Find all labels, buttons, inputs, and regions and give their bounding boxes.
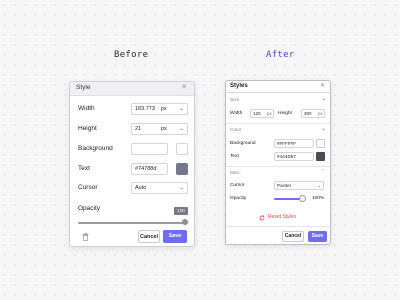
background-swatch[interactable] — [316, 139, 325, 148]
divider — [226, 123, 330, 124]
trash-icon[interactable] — [82, 233, 89, 241]
opacity-row: Opacity — [78, 203, 186, 215]
text-color-input[interactable]: #74788d — [131, 163, 168, 175]
width-row: Width 183.773 px ⌄ — [78, 103, 188, 115]
color-section-label: Color — [230, 128, 242, 133]
before-heading: Before — [114, 50, 149, 60]
width-label: Width — [78, 105, 95, 112]
panel-title: Styles — [230, 83, 248, 89]
divider — [226, 166, 330, 167]
height-label: Height — [78, 125, 97, 132]
width-label: Width — [230, 111, 243, 116]
height-unit-select[interactable]: px ⌄ — [158, 123, 188, 135]
panel-header: Styles ✕ — [226, 81, 330, 93]
height-unit: px — [318, 111, 323, 116]
cursor-value: Auto — [135, 185, 147, 191]
height-label: Height — [278, 111, 292, 116]
background-swatch[interactable] — [176, 143, 188, 155]
plus-icon[interactable]: + — [322, 97, 325, 103]
chevron-down-icon: ⌄ — [179, 185, 184, 191]
width-unit: px — [267, 111, 272, 116]
text-color-swatch[interactable] — [176, 163, 188, 175]
opacity-label: Opacity — [78, 205, 101, 212]
text-color-swatch[interactable] — [316, 152, 325, 161]
cancel-button[interactable]: Cancel — [138, 230, 160, 243]
after-style-panel: Styles ✕ Size + Width 120 px Height 300 … — [225, 80, 331, 245]
divider — [226, 226, 330, 227]
opacity-slider-handle[interactable] — [299, 195, 306, 202]
background-row: Background — [78, 143, 188, 155]
text-label: Text — [78, 165, 90, 172]
misc-section-label: Misc. — [230, 171, 242, 176]
before-style-panel: Style ✕ Width 183.773 px ⌄ Height 21 px … — [69, 81, 195, 247]
opacity-value: 100% — [312, 196, 325, 201]
cancel-button[interactable]: Cancel — [282, 231, 304, 242]
text-color-input[interactable]: #4A4D57 — [274, 152, 314, 161]
chevron-up-icon[interactable]: ⌃ — [321, 169, 325, 175]
opacity-slider-track[interactable] — [78, 222, 188, 224]
after-heading: After — [266, 50, 295, 60]
cursor-label: Cursor — [230, 183, 245, 188]
close-icon[interactable]: ✕ — [181, 83, 187, 91]
chevron-down-icon: ⌄ — [179, 106, 184, 112]
cursor-label: Cursor — [78, 184, 98, 191]
close-icon[interactable]: ✕ — [320, 82, 325, 89]
panel-header: Style ✕ — [70, 82, 194, 96]
save-button[interactable]: Save — [163, 230, 187, 243]
opacity-value-badge: 100 — [174, 207, 188, 215]
unit-label: px — [161, 126, 167, 132]
save-button[interactable]: Save — [308, 231, 327, 242]
cursor-select[interactable]: Pointer ⌄ — [274, 181, 324, 190]
size-section-label: Size — [230, 98, 240, 103]
plus-icon[interactable]: + — [322, 127, 325, 133]
cursor-row: Cursor Auto ⌄ — [78, 182, 188, 194]
reset-icon — [259, 215, 265, 221]
background-label: Background — [78, 145, 113, 152]
chevron-down-icon: ⌄ — [317, 183, 321, 188]
height-input[interactable]: 21 — [131, 123, 159, 135]
unit-label: px — [161, 106, 167, 112]
chevron-down-icon: ⌄ — [179, 126, 184, 132]
height-row: Height 21 px ⌄ — [78, 123, 188, 135]
text-row: Text #74788d — [78, 163, 188, 175]
text-label: Text — [230, 154, 239, 159]
panel-title: Style — [76, 84, 91, 91]
opacity-label: Opacity — [230, 196, 247, 201]
opacity-slider-handle[interactable] — [182, 219, 188, 225]
cursor-select[interactable]: Auto ⌄ — [131, 182, 188, 194]
background-input[interactable] — [131, 143, 168, 155]
background-label: Background — [230, 141, 256, 146]
width-unit-select[interactable]: px ⌄ — [158, 103, 188, 115]
cursor-value: Pointer — [277, 183, 292, 188]
reset-styles-label: Reset Styles — [268, 214, 297, 220]
width-input[interactable]: 183.773 — [131, 103, 159, 115]
background-input[interactable]: #FFFFFF — [274, 139, 314, 148]
